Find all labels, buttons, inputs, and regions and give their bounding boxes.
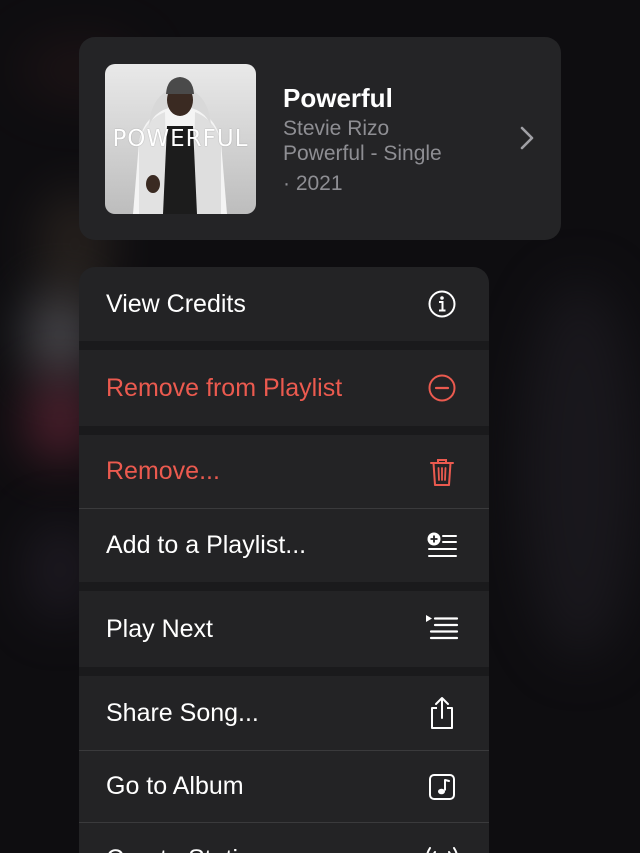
menu-item-label: Play Next — [106, 614, 213, 643]
menu-item-label: Add to a Playlist... — [106, 531, 307, 559]
trash-icon — [425, 455, 459, 489]
song-artist: Stevie Rizo — [283, 117, 390, 140]
menu-item-view-credits[interactable]: View Credits — [79, 267, 489, 341]
menu-section-gap — [79, 667, 489, 676]
menu-item-add-to-playlist[interactable]: Add to a Playlist... — [79, 509, 489, 582]
menu-section-gap — [79, 341, 489, 350]
menu-item-create-station[interactable]: Create Station — [79, 823, 489, 853]
share-icon — [425, 696, 459, 730]
menu-item-label: View Credits — [106, 289, 246, 318]
menu-item-remove[interactable]: Remove... — [79, 435, 489, 508]
menu-item-label: Remove from Playlist — [106, 373, 343, 402]
menu-item-share-song[interactable]: Share Song... — [79, 676, 489, 750]
add-to-playlist-icon — [425, 529, 459, 563]
album-artwork: POWERFUL — [105, 64, 256, 214]
context-menu: View Credits Remove from Playlist Remove… — [79, 267, 489, 853]
station-icon — [425, 842, 459, 853]
menu-item-remove-from-playlist[interactable]: Remove from Playlist — [79, 350, 489, 426]
song-title: Powerful — [283, 83, 393, 113]
menu-section-gap — [79, 426, 489, 435]
chevron-right-icon[interactable] — [519, 125, 535, 151]
song-year: · 2021 — [283, 172, 343, 195]
album-icon — [425, 770, 459, 804]
menu-item-go-to-album[interactable]: Go to Album — [79, 751, 489, 822]
info-icon — [425, 287, 459, 321]
menu-item-label: Remove... — [106, 457, 220, 485]
artwork-text: POWERFUL — [112, 126, 249, 152]
menu-section-gap — [79, 582, 489, 591]
menu-item-label: Share Song... — [106, 698, 259, 727]
menu-item-play-next[interactable]: Play Next — [79, 591, 489, 667]
song-album: Powerful - Single — [283, 142, 442, 165]
menu-item-label: Go to Album — [106, 772, 244, 800]
play-next-icon — [425, 612, 459, 646]
menu-item-label: Create Station — [106, 845, 266, 853]
minus-circle-icon — [425, 371, 459, 405]
song-preview-card[interactable]: POWERFUL Powerful Stevie Rizo Powerful -… — [79, 37, 561, 240]
